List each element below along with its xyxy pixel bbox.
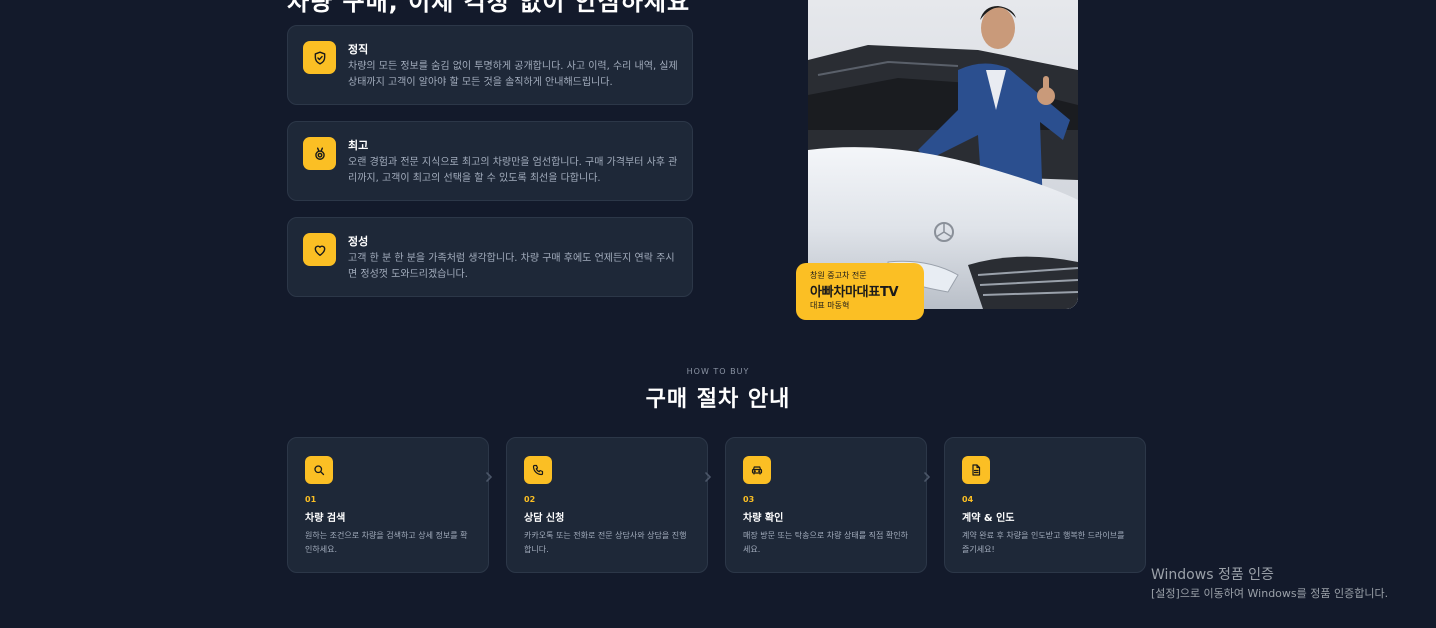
phone-icon <box>524 456 552 484</box>
step-description: 매장 방문 또는 탁송으로 차량 상태를 직접 확인하세요. <box>743 531 908 554</box>
document-icon <box>962 456 990 484</box>
value-card-best: 최고 오랜 경험과 전문 지식으로 최고의 차량만을 엄선합니다. 구매 가격부… <box>287 121 693 201</box>
shield-check-icon <box>303 41 336 74</box>
section-title: 구매 절차 안내 <box>645 387 791 412</box>
step-title: 상담 신청 <box>524 513 565 524</box>
step-description: 카카오톡 또는 전화로 전문 상담사와 상담을 진행합니다. <box>524 531 687 554</box>
step-number: 02 <box>524 495 536 504</box>
windows-activation-watermark: Windows 정품 인증 [설정]으로 이동하여 Windows를 정품 인증… <box>1151 566 1388 602</box>
badge-representative: 대표 마동혁 <box>810 301 850 310</box>
page: 차량 구매, 이제 걱정 없이 안심하세요 정직 차량의 모든 정보를 숨김 없… <box>0 0 1436 628</box>
step-title: 차량 확인 <box>743 513 784 524</box>
section-eyebrow: HOW TO BUY <box>686 367 750 376</box>
value-title: 정성 <box>348 235 369 248</box>
step-description: 계약 완료 후 차량을 인도받고 행복한 드라이브를 즐기세요! <box>962 531 1125 554</box>
search-icon <box>305 456 333 484</box>
value-card-sincerity: 정성 고객 한 분 한 분을 가족처럼 생각합니다. 차량 구매 후에도 언제든… <box>287 217 693 297</box>
step-card-contract: 04 계약 & 인도 계약 완료 후 차량을 인도받고 행복한 드라이브를 즐기… <box>944 437 1146 573</box>
chevron-right-icon <box>922 470 932 484</box>
step-title: 계약 & 인도 <box>962 513 1015 524</box>
step-number: 04 <box>962 495 974 504</box>
value-card-honesty: 정직 차량의 모든 정보를 숨김 없이 투명하게 공개합니다. 사고 이력, 수… <box>287 25 693 105</box>
step-card-inspect: 03 차량 확인 매장 방문 또는 탁송으로 차량 상태를 직접 확인하세요. <box>725 437 927 573</box>
heart-icon <box>303 233 336 266</box>
chevron-right-icon <box>484 470 494 484</box>
step-card-search: 01 차량 검색 원하는 조건으로 차량을 검색하고 상세 정보를 확인하세요. <box>287 437 489 573</box>
value-description: 차량의 모든 정보를 숨김 없이 투명하게 공개합니다. 사고 이력, 수리 내… <box>348 61 678 88</box>
chevron-right-icon <box>703 470 713 484</box>
medal-icon <box>303 137 336 170</box>
value-description: 고객 한 분 한 분을 가족처럼 생각합니다. 차량 구매 후에도 언제든지 연… <box>348 253 675 280</box>
step-number: 01 <box>305 495 317 504</box>
step-number: 03 <box>743 495 755 504</box>
step-description: 원하는 조건으로 차량을 검색하고 상세 정보를 확인하세요. <box>305 531 468 554</box>
badge-channel-name: 아빠차마대표TV <box>810 285 899 300</box>
car-icon <box>743 456 771 484</box>
activation-title: Windows 정품 인증 <box>1151 567 1274 583</box>
badge-subtitle: 창원 중고차 전문 <box>810 271 867 280</box>
value-description: 오랜 경험과 전문 지식으로 최고의 차량만을 엄선합니다. 구매 가격부터 사… <box>348 157 678 184</box>
channel-badge: 창원 중고차 전문 아빠차마대표TV 대표 마동혁 <box>796 263 924 320</box>
step-title: 차량 검색 <box>305 513 346 524</box>
activation-subtitle: [설정]으로 이동하여 Windows를 정품 인증합니다. <box>1151 587 1389 600</box>
value-title: 최고 <box>348 139 369 152</box>
step-card-consult: 02 상담 신청 카카오톡 또는 전화로 전문 상담사와 상담을 진행합니다. <box>506 437 708 573</box>
section-heading: 차량 구매, 이제 걱정 없이 안심하세요 <box>287 0 691 16</box>
value-title: 정직 <box>348 43 369 56</box>
